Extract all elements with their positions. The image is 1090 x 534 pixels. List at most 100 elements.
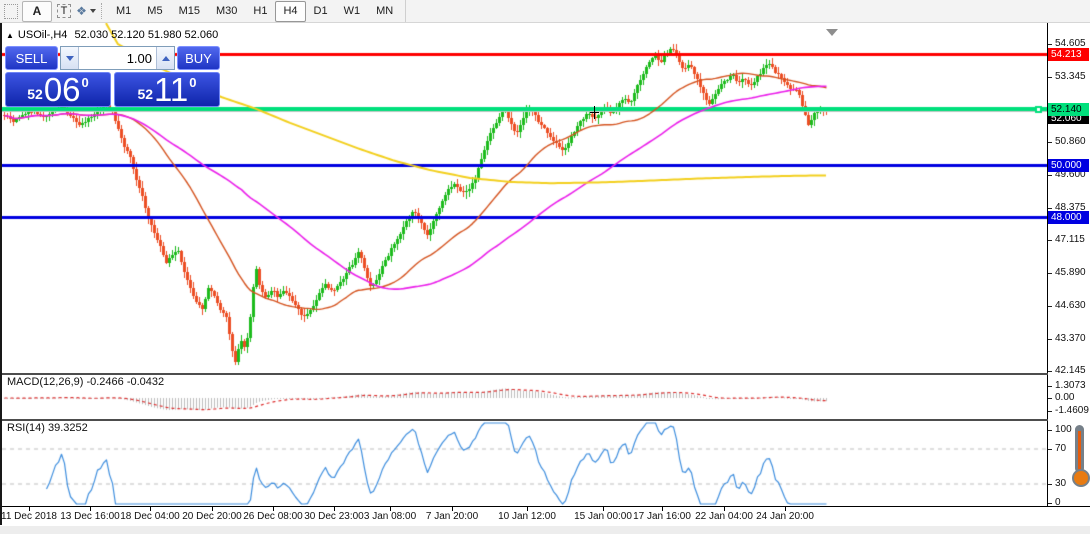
buy-price-big: 11 (154, 74, 188, 106)
timeframe-m1[interactable]: M1 (108, 1, 139, 22)
macd-panel-header: MACD(12,26,9) -0.2466 -0.0432 (7, 376, 164, 388)
price-axis-label-tick (1048, 371, 1052, 372)
rsi-axis-label: 100 (1055, 424, 1072, 435)
buy-price-sup: 0 (189, 75, 196, 90)
time-axis[interactable]: 11 Dec 201813 Dec 16:0018 Dec 04:0020 De… (0, 506, 1090, 526)
macd-axis-label: -1.4609 (1055, 405, 1089, 416)
thermometer-icon (1071, 425, 1089, 491)
macd-axis-label-tick (1048, 386, 1052, 387)
sell-button[interactable]: SELL (5, 46, 58, 70)
price-axis-label: 45.890 (1055, 267, 1086, 278)
rsi-axis-label: 70 (1055, 443, 1066, 454)
status-strip (0, 526, 1090, 534)
triangle-down-icon (66, 56, 74, 61)
timeframe-m5[interactable]: M5 (139, 1, 170, 22)
price-axis-label-tick (1048, 77, 1052, 78)
timeframe-h4[interactable]: H4 (275, 1, 305, 22)
time-axis-label: 17 Jan 16:00 (633, 511, 691, 522)
chart-ohlc-label: 52.030 52.120 51.980 52.060 (74, 29, 218, 41)
time-axis-label: 13 Dec 16:00 (60, 511, 120, 522)
rsi-axis-label-tick (1048, 430, 1052, 431)
timeframe-w1[interactable]: W1 (336, 1, 369, 22)
one-click-trading-panel: SELL BUY 52 06 0 52 11 0 (5, 46, 220, 107)
text-tool-icon: T (57, 4, 72, 18)
timeframe-m15[interactable]: M15 (171, 1, 208, 22)
rsi-panel-separator[interactable] (0, 419, 1090, 421)
price-axis-label-tick (1048, 44, 1052, 45)
volume-spinner (60, 46, 175, 70)
macd-axis-label-tick (1048, 411, 1052, 412)
price-axis-label-tick (1048, 208, 1052, 209)
chevron-down-icon (90, 9, 96, 13)
toolbar-grip-icon[interactable] (4, 4, 18, 19)
timeframe-mn[interactable]: MN (368, 1, 401, 22)
triangle-up-icon (162, 56, 170, 61)
shapes-dropdown-button[interactable]: ❖ (76, 2, 96, 21)
macd-axis-label: 0.00 (1055, 392, 1074, 403)
rsi-axis-label: 30 (1055, 478, 1066, 489)
price-axis-label-tick (1048, 306, 1052, 307)
chart-symbol-label: USOil-,H4 (18, 29, 68, 41)
thermometer-bulb (1072, 469, 1090, 487)
one-click-collapse-arrow[interactable]: ▲ (6, 31, 14, 40)
chart-shift-triangle-icon[interactable] (826, 29, 838, 36)
time-axis-label: 26 Dec 08:00 (243, 511, 303, 522)
price-axis-label-tick (1048, 273, 1052, 274)
price-badge-48.000: 48.000 (1048, 211, 1089, 224)
macd-axis-label: 1.3073 (1055, 380, 1086, 391)
sell-price-big: 06 (44, 74, 81, 106)
time-axis-label: 10 Jan 12:00 (498, 511, 556, 522)
rsi-axis-label-tick (1048, 503, 1052, 504)
timeframe-d1[interactable]: D1 (306, 1, 336, 22)
price-axis-label: 43.370 (1055, 333, 1086, 344)
thermometer-core (1078, 431, 1081, 473)
buy-button[interactable]: BUY (177, 46, 220, 70)
text-tool-button[interactable]: T (54, 2, 74, 21)
arrow-tool-button[interactable]: A (22, 1, 52, 22)
timeframe-group: M1M5M15M30H1H4D1W1MN (108, 1, 401, 22)
price-axis-label-tick (1048, 175, 1052, 176)
sell-price-display[interactable]: 52 06 0 (5, 72, 111, 107)
time-axis-label: 30 Dec 23:00 (304, 511, 364, 522)
price-badge-54.213: 54.213 (1048, 48, 1089, 61)
time-axis-label: 3 Jan 08:00 (364, 511, 416, 522)
rsi-axis-label-tick (1048, 484, 1052, 485)
sell-price-sup: 0 (82, 75, 89, 90)
volume-input[interactable] (79, 47, 156, 69)
price-axis-label: 50.860 (1055, 136, 1086, 147)
rsi-axis-label-tick (1048, 449, 1052, 450)
rsi-panel-header: RSI(14) 39.3252 (7, 422, 88, 434)
price-axis-label-tick (1048, 142, 1052, 143)
price-axis-label: 47.115 (1055, 234, 1085, 245)
price-axis-label: 44.630 (1055, 300, 1086, 311)
window-left-border (0, 23, 2, 525)
toolbar: A T ❖ M1M5M15M30H1H4D1W1MN (0, 0, 1090, 23)
time-axis-label: 24 Jan 20:00 (756, 511, 814, 522)
cursor-cross-marker (590, 112, 599, 113)
toolbar-separator (405, 0, 406, 22)
volume-decrease-button[interactable] (61, 47, 79, 69)
price-axis-label: 42.145 (1055, 365, 1086, 376)
volume-increase-button[interactable] (156, 47, 174, 69)
chart-title: ▲ USOil-,H4 52.030 52.120 51.980 52.060 (6, 29, 218, 41)
price-badge-50.000: 50.000 (1048, 159, 1089, 172)
price-axis-label: 53.345 (1055, 71, 1086, 82)
time-axis-label: 18 Dec 04:00 (120, 511, 180, 522)
buy-price-prefix: 52 (137, 86, 153, 102)
time-axis-label: 20 Dec 20:00 (182, 511, 242, 522)
time-axis-label: 22 Jan 04:00 (695, 511, 753, 522)
sell-price-prefix: 52 (27, 86, 43, 102)
timeframe-m30[interactable]: M30 (208, 1, 245, 22)
timeframe-h1[interactable]: H1 (245, 1, 275, 22)
price-badge-52.140: 52.140 (1048, 103, 1089, 116)
shapes-icon: ❖ (76, 4, 87, 18)
price-axis-label-tick (1048, 339, 1052, 340)
macd-panel-separator[interactable] (0, 373, 1090, 375)
toolbar-separator (101, 3, 102, 19)
time-axis-label: 11 Dec 2018 (1, 511, 57, 522)
price-axis-label-tick (1048, 240, 1052, 241)
time-axis-label: 15 Jan 00:00 (574, 511, 632, 522)
macd-axis-label-tick (1048, 398, 1052, 399)
buy-price-display[interactable]: 52 11 0 (114, 72, 220, 107)
time-axis-label: 7 Jan 20:00 (426, 511, 478, 522)
